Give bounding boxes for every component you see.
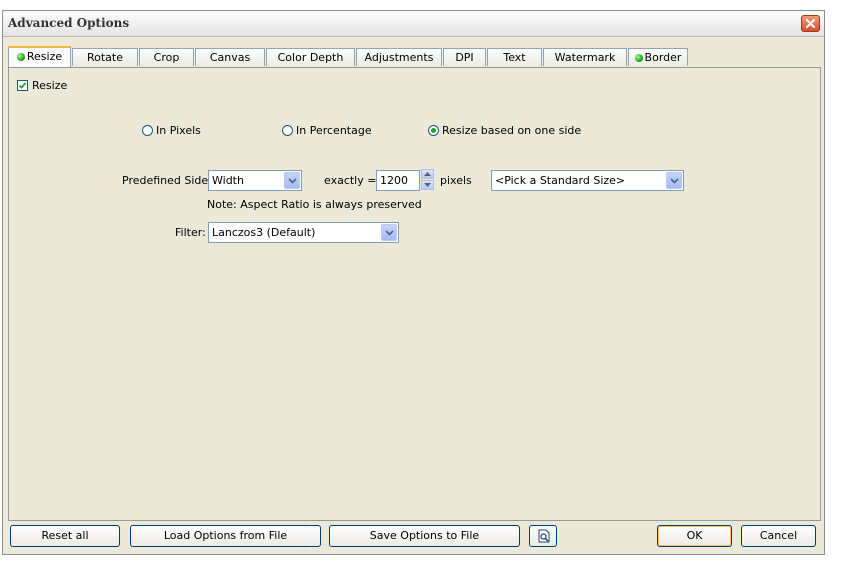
tab-adjustments[interactable]: Adjustments [356, 48, 442, 66]
title-bar[interactable]: Advanced Options [3, 11, 824, 37]
checkmark-icon [18, 82, 27, 89]
filter-select[interactable]: Lanczos3 (Default) [208, 222, 399, 243]
preview-button[interactable] [529, 525, 557, 547]
status-dot-icon [634, 54, 643, 62]
resize-tab-panel: Resize In Pixels In Percentage Resize ba… [8, 67, 821, 521]
arrow-down-icon [424, 183, 431, 187]
status-dot-icon [16, 53, 25, 61]
chevron-down-icon [284, 172, 300, 189]
chevron-down-icon [381, 224, 397, 241]
filter-label: Filter: [175, 226, 206, 239]
size-input[interactable]: 1200 [376, 170, 420, 191]
advanced-options-dialog: Advanced Options Resize Rotate Crop Canv… [2, 10, 825, 555]
units-label: pixels [440, 174, 472, 187]
close-button[interactable] [801, 15, 820, 32]
reset-all-button[interactable]: Reset all [10, 525, 120, 547]
predefined-side-select[interactable]: Width [208, 170, 302, 191]
load-options-button[interactable]: Load Options from File [130, 525, 321, 547]
predefined-side-label: Predefined Side: [122, 174, 212, 187]
save-options-button[interactable]: Save Options to File [329, 525, 520, 547]
tab-canvas[interactable]: Canvas [195, 48, 265, 66]
tab-border[interactable]: Border [628, 48, 688, 66]
tab-color-depth[interactable]: Color Depth [266, 48, 355, 66]
arrow-up-icon [424, 172, 431, 176]
radio-in-pixels-label: In Pixels [156, 124, 201, 137]
tab-crop[interactable]: Crop [139, 48, 194, 66]
spin-up-button[interactable] [421, 169, 434, 179]
ok-button[interactable]: OK [657, 525, 732, 547]
tab-resize[interactable]: Resize [8, 46, 71, 67]
cancel-button[interactable]: Cancel [741, 525, 816, 547]
close-icon [806, 19, 815, 28]
resize-checkbox[interactable] [17, 80, 28, 91]
radio-in-percentage-label: In Percentage [296, 124, 372, 137]
radio-in-pixels[interactable] [142, 125, 153, 136]
tab-text[interactable]: Text [487, 48, 542, 66]
exactly-label: exactly = [324, 174, 377, 187]
radio-resize-one-side[interactable] [428, 125, 439, 136]
preview-icon [538, 529, 550, 543]
resize-checkbox-label: Resize [32, 79, 68, 92]
spin-down-button[interactable] [421, 180, 434, 190]
radio-resize-one-side-label: Resize based on one side [442, 124, 582, 137]
chevron-down-icon [666, 172, 682, 189]
tab-dpi[interactable]: DPI [443, 48, 486, 66]
dialog-title: Advanced Options [8, 16, 130, 30]
tab-watermark[interactable]: Watermark [543, 48, 627, 66]
radio-in-percentage[interactable] [282, 125, 293, 136]
standard-size-select[interactable]: <Pick a Standard Size> [491, 170, 684, 191]
tab-rotate[interactable]: Rotate [72, 48, 138, 66]
aspect-ratio-note: Note: Aspect Ratio is always preserved [207, 198, 422, 211]
